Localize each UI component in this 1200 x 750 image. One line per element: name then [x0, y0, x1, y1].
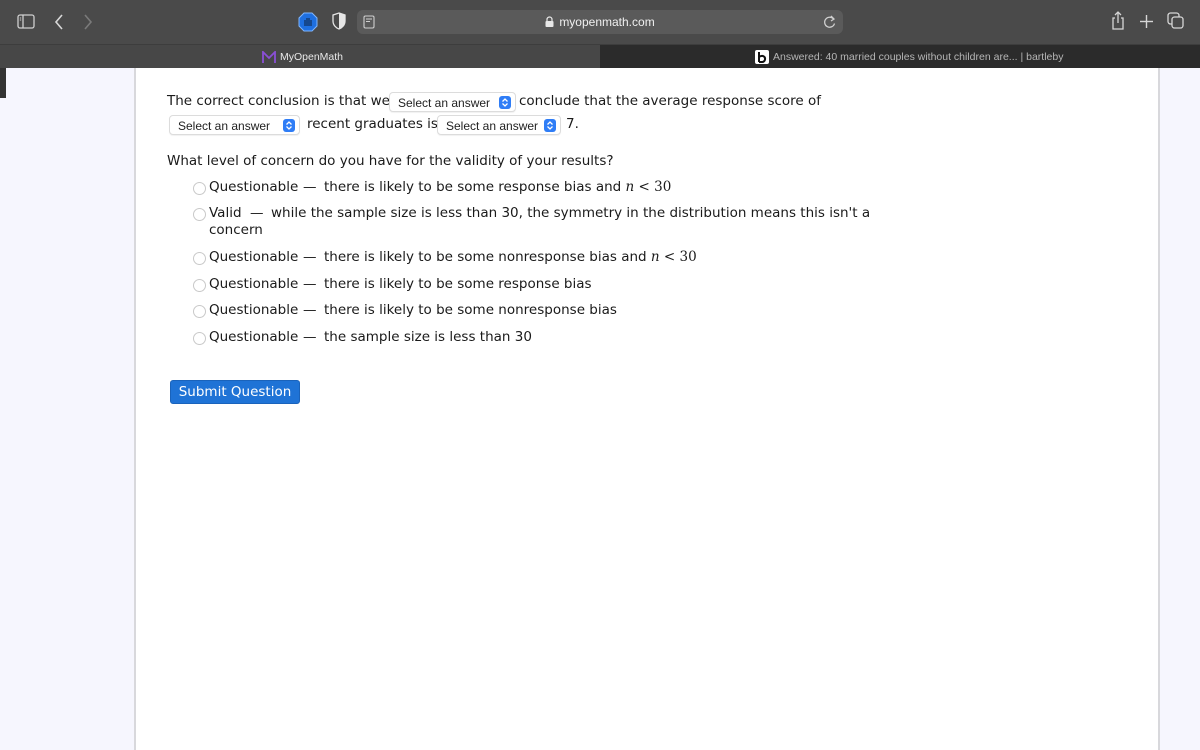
forward-icon[interactable] — [83, 14, 93, 30]
new-tab-icon[interactable] — [1139, 14, 1154, 29]
option-text: there is likely to be some nonresponse b… — [324, 249, 697, 265]
math-expression: < 30 — [659, 249, 697, 265]
option-label: Questionable — [209, 329, 299, 345]
privacy-shield-icon[interactable] — [332, 12, 346, 30]
option-radio[interactable] — [193, 182, 206, 195]
sentence-part-3: recent graduates is — [307, 116, 438, 132]
option-dash: — — [303, 276, 317, 292]
math-expression: < 30 — [634, 179, 672, 195]
option-label: Questionable — [209, 249, 299, 265]
select-chevron-icon — [544, 119, 556, 132]
option-label: Questionable — [209, 276, 299, 292]
tab-myopenmath[interactable]: MyOpenMath — [0, 45, 600, 69]
relation-select[interactable]: Select an answer — [437, 115, 561, 135]
option-text: there is likely to be some response bias… — [324, 179, 671, 195]
select-chevron-icon — [283, 119, 295, 132]
tab-label: MyOpenMath — [280, 51, 344, 63]
url-text: myopenmath.com — [559, 15, 655, 29]
option-text: there is likely to be some response bias — [324, 276, 592, 292]
adblock-extension-icon[interactable] — [298, 12, 318, 32]
myopenmath-logo-icon — [262, 51, 276, 63]
browser-toolbar: myopenmath.com — [0, 0, 1200, 44]
page-margin-right — [1160, 68, 1200, 750]
comparison-select[interactable]: Select an answer — [169, 115, 300, 135]
option-text-line2: concern — [209, 222, 263, 238]
option-text-main: there is likely to be some nonresponse b… — [324, 249, 647, 265]
option-text: the sample size is less than 30 — [324, 329, 532, 345]
url-display[interactable]: myopenmath.com — [357, 15, 843, 29]
option-label: Questionable — [209, 302, 299, 318]
math-variable: n — [625, 179, 635, 195]
tab-bartleby[interactable]: Answered: 40 married couples without chi… — [600, 45, 1200, 69]
option-radio[interactable] — [193, 252, 206, 265]
select-chevron-icon — [499, 96, 511, 109]
option-text: there is likely to be some nonresponse b… — [324, 302, 617, 318]
option-radio[interactable] — [193, 305, 206, 318]
option-dash: — — [303, 302, 317, 318]
conclusion-select[interactable]: Select an answer — [389, 92, 516, 112]
tab-bar: MyOpenMath Answered: 40 married couples … — [0, 44, 1200, 69]
option-dash: — — [303, 249, 317, 265]
option-radio[interactable] — [193, 208, 206, 221]
submit-question-button[interactable]: Submit Question — [170, 380, 300, 404]
lock-icon — [545, 16, 554, 27]
option-dash: — — [303, 329, 317, 345]
page-edge — [0, 68, 6, 98]
sentence-part-1: The correct conclusion is that we — [167, 93, 390, 109]
sidebar-toggle-icon[interactable] — [17, 14, 35, 29]
tab-label: Answered: 40 married couples without chi… — [773, 51, 1064, 63]
math-variable: n — [650, 249, 660, 265]
tab-overview-icon[interactable] — [1167, 12, 1184, 29]
sentence-part-4: 7. — [566, 116, 579, 132]
option-text-main: there is likely to be some response bias… — [324, 179, 622, 195]
select-value: Select an answer — [178, 119, 271, 133]
option-dash: — — [250, 205, 264, 221]
page-margin-left — [0, 68, 134, 750]
select-value: Select an answer — [398, 96, 491, 110]
address-bar[interactable]: myopenmath.com — [357, 10, 843, 34]
option-label: Questionable — [209, 179, 299, 195]
share-icon[interactable] — [1111, 11, 1125, 30]
back-icon[interactable] — [54, 14, 64, 30]
option-radio[interactable] — [193, 332, 206, 345]
question-page — [134, 68, 1160, 750]
option-radio[interactable] — [193, 279, 206, 292]
option-dash: — — [303, 179, 317, 195]
sentence-part-2: conclude that the average response score… — [519, 93, 822, 109]
reload-icon[interactable] — [823, 15, 836, 29]
option-label: Valid — [209, 205, 242, 221]
concern-prompt: What level of concern do you have for th… — [167, 153, 614, 169]
option-text: while the sample size is less than 30, t… — [271, 205, 871, 221]
select-value: Select an answer — [446, 119, 539, 133]
bartleby-logo-icon — [755, 50, 769, 64]
